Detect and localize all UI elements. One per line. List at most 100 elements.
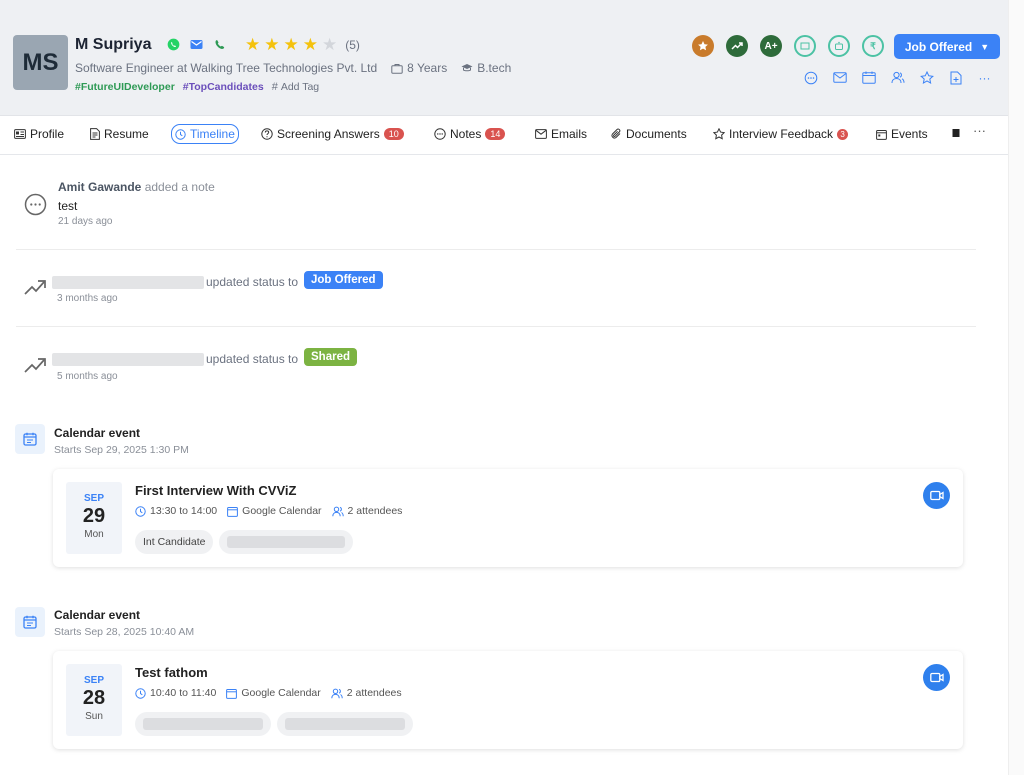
trend-icon <box>24 356 46 379</box>
event-calendar-label: Google Calendar <box>242 505 322 517</box>
star-icon[interactable]: ★ <box>322 35 337 55</box>
users-icon[interactable] <box>890 70 905 85</box>
avatar: MS <box>13 35 68 90</box>
scrollbar[interactable] <box>1008 0 1024 775</box>
video-call-button[interactable] <box>923 482 950 509</box>
status-badge: Shared <box>304 348 357 366</box>
profile-icon <box>14 129 26 139</box>
star-icon[interactable]: ★ <box>284 35 299 55</box>
note-author[interactable]: Amit Gawande <box>58 180 141 194</box>
file-add-icon[interactable] <box>948 70 963 85</box>
whatsapp-icon[interactable] <box>166 37 181 52</box>
tab-emails[interactable]: Emails <box>535 127 587 141</box>
candidate-role: Software Engineer at Walking Tree Techno… <box>75 61 378 75</box>
event-attendees: 2 attendees <box>331 505 403 517</box>
clock-icon <box>135 687 146 699</box>
redacted-attendee <box>227 536 345 548</box>
users-icon <box>331 688 343 698</box>
currency-badge-icon[interactable]: ₹ <box>862 35 884 57</box>
star-badge-icon[interactable] <box>692 35 714 57</box>
note-header: Amit Gawande added a note <box>58 180 215 194</box>
divider <box>16 249 976 250</box>
calendar-icon <box>227 506 239 517</box>
mail-icon[interactable] <box>832 70 847 85</box>
chat-icon[interactable] <box>803 70 818 85</box>
tab-interview-feedback[interactable]: Interview Feedback 3 <box>713 127 849 141</box>
date-weekday: Sun <box>85 711 103 722</box>
tab-documents[interactable]: Documents <box>611 127 687 141</box>
assessment-badge-icon[interactable]: A+ <box>760 35 782 57</box>
more-tabs-button[interactable]: ··· <box>973 123 986 138</box>
tab-label: Emails <box>551 127 588 141</box>
add-tag-button[interactable]: # Add Tag <box>272 81 319 93</box>
question-icon <box>261 128 273 140</box>
star-icon[interactable]: ★ <box>264 35 279 55</box>
event-meta: 13:30 to 14:00 Google Calendar 2 attende… <box>135 505 402 517</box>
status-action: updated status to <box>206 352 299 366</box>
tab-label: Events <box>891 127 928 141</box>
event-heading: Calendar event <box>54 426 141 440</box>
event-calendar: Google Calendar <box>226 687 321 699</box>
paperclip-icon <box>611 128 621 139</box>
video-icon <box>929 672 944 683</box>
progress-ring-icon[interactable] <box>794 35 816 57</box>
star-icon[interactable]: ★ <box>303 35 318 55</box>
event-card[interactable]: SEP 28 Sun Test fathom 10:40 to 11:40 Go… <box>53 651 963 749</box>
tab-events[interactable]: Events <box>876 127 928 141</box>
trend-icon <box>24 278 46 301</box>
event-time: 13:30 to 14:00 <box>135 505 217 517</box>
star-icon[interactable]: ★ <box>245 35 260 55</box>
tab-resume[interactable]: Resume <box>90 127 149 141</box>
tab-profile[interactable]: Profile <box>14 127 64 141</box>
more-options-icon[interactable]: ··· <box>977 70 992 85</box>
tab-overflow-icon <box>952 127 960 138</box>
briefcase-icon <box>391 63 403 74</box>
tab-notes[interactable]: Notes 14 <box>434 127 506 141</box>
star-icon <box>713 128 725 140</box>
tag[interactable]: #FutureUIDeveloper <box>75 81 175 93</box>
event-calendar: Google Calendar <box>227 505 322 517</box>
event-heading: Calendar event <box>54 608 141 622</box>
robot-badge-icon[interactable] <box>828 35 850 57</box>
tab-label: Interview Feedback <box>729 127 834 141</box>
video-call-button[interactable] <box>923 664 950 691</box>
tab-label: Screening Answers <box>277 127 380 141</box>
status-dropdown-button[interactable]: Job Offered ▼ <box>894 34 1000 59</box>
event-attendees: 2 attendees <box>331 687 402 699</box>
experience-label: 8 Years <box>407 61 448 75</box>
count-badge: 10 <box>383 128 404 140</box>
event-attendees-label: 2 attendees <box>347 505 403 517</box>
calendar-event-icon <box>15 424 45 454</box>
note-text: test <box>58 199 78 213</box>
status-action: updated status to <box>206 275 299 289</box>
tab-label: Documents <box>626 127 687 141</box>
clock-icon <box>135 505 146 517</box>
attendee-chip <box>219 530 353 554</box>
contact-icons <box>166 37 227 52</box>
redacted-attendee <box>143 718 263 730</box>
chat-icon <box>434 128 446 140</box>
email-icon[interactable] <box>189 37 204 52</box>
date-box: SEP 28 Sun <box>66 664 122 736</box>
attendee-chip: Int Candidate <box>135 530 214 554</box>
event-attendees-label: 2 attendees <box>346 687 402 699</box>
education: B.tech <box>461 61 511 75</box>
tag[interactable]: #TopCandidates <box>183 81 264 93</box>
phone-icon[interactable] <box>212 37 227 52</box>
document-icon <box>90 128 100 140</box>
favorite-star-icon[interactable] <box>919 70 934 85</box>
status-button-label: Job Offered <box>904 39 973 54</box>
tab-timeline[interactable]: Timeline <box>171 124 239 144</box>
quick-actions: ··· <box>803 70 992 85</box>
event-calendar-label: Google Calendar <box>241 687 321 699</box>
calendar-icon[interactable] <box>861 70 876 85</box>
mail-icon <box>535 129 547 139</box>
date-weekday: Mon <box>84 529 104 540</box>
rating-stars[interactable]: ★ ★ ★ ★ ★ (5) <box>245 35 360 55</box>
trend-badge-icon[interactable] <box>726 35 748 57</box>
event-card[interactable]: SEP 29 Mon First Interview With CVViZ 13… <box>53 469 963 567</box>
tab-label: Notes <box>450 127 482 141</box>
tag-list: #FutureUIDeveloper #TopCandidates # Add … <box>75 81 319 93</box>
attendee-chip <box>277 712 413 736</box>
tab-screening-answers[interactable]: Screening Answers 10 <box>261 127 404 141</box>
